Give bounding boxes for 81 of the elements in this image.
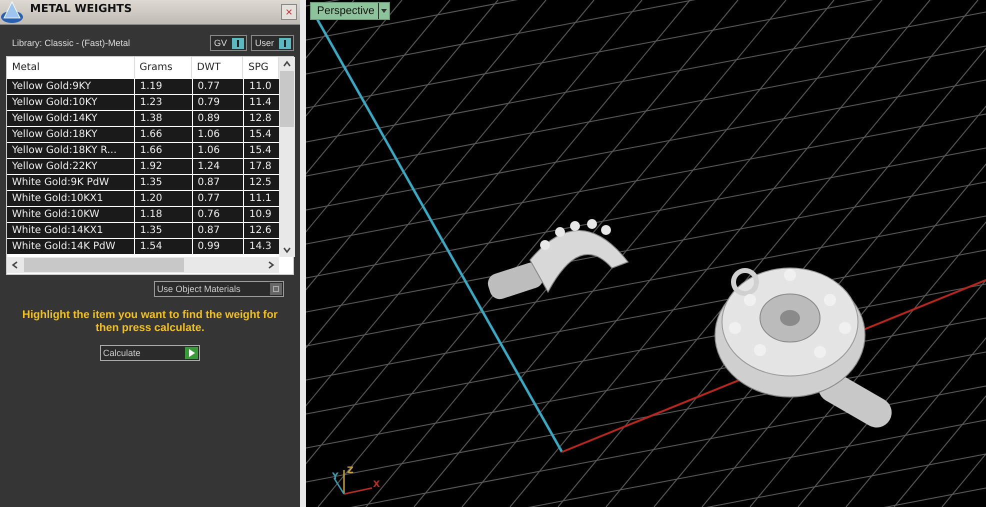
table-cell-text: 12.6 — [248, 224, 272, 238]
column-header[interactable]: Metal — [7, 57, 135, 78]
table-cell: Yellow Gold:18KY R... — [7, 143, 136, 158]
axis-label: X — [373, 480, 380, 490]
pyramid-logo-icon — [0, 0, 24, 24]
horizontal-scrollbar[interactable] — [7, 257, 279, 273]
scroll-up-icon[interactable] — [282, 59, 292, 69]
table-cell-text: 10.9 — [248, 208, 272, 222]
view-menu-button[interactable]: Perspective — [310, 2, 390, 20]
toggle-button[interactable]: User — [250, 35, 294, 51]
scroll-down-icon[interactable] — [282, 245, 292, 255]
table-row[interactable]: Yellow Gold:9KY 1.19 0.77 11.0 — [7, 79, 279, 95]
table-cell: Yellow Gold:14KY — [7, 111, 136, 126]
table-cell: White Gold:14KX1 — [7, 223, 136, 238]
scroll-right-icon[interactable] — [266, 260, 276, 270]
scrollbar-thumb[interactable] — [280, 71, 294, 127]
table-cell: 1.20 — [135, 191, 193, 206]
table-cell: 1.06 — [192, 143, 244, 158]
table-cell: White Gold:9K PdW — [7, 175, 136, 190]
table-row[interactable]: Yellow Gold:22KY 1.92 1.24 17.8 — [7, 159, 279, 175]
table-cell-text: 14.3 — [248, 240, 272, 254]
3d-viewport[interactable]: Perspective Z Y X — [306, 0, 986, 507]
table-cell-text: 15.4 — [248, 128, 272, 142]
table-cell: 0.77 — [192, 79, 244, 94]
table-cell-text: 11.4 — [248, 96, 272, 110]
instruction-text: Highlight the item you want to find the weight for then press calculate. — [21, 309, 279, 335]
scroll-left-icon[interactable] — [10, 260, 20, 270]
table-cell: 1.23 — [135, 95, 193, 110]
table-cell: 1.18 — [135, 207, 193, 222]
use-object-materials-toggle[interactable]: Use Object Materials — [154, 281, 284, 297]
table-cell: 1.38 — [135, 111, 193, 126]
table-cell: 0.76 — [192, 207, 244, 222]
column-header[interactable]: Grams — [134, 57, 192, 78]
library-label: Library: Classic - (Fast)-Metal — [12, 38, 130, 48]
table-row[interactable]: White Gold:9K PdW 1.35 0.87 12.5 — [7, 175, 279, 191]
table-cell: 0.79 — [192, 95, 244, 110]
table-cell: White Gold:10KX1 — [7, 191, 136, 206]
table-cell: 1.35 — [135, 223, 193, 238]
table-row[interactable]: White Gold:10KW 1.18 0.76 10.9 — [7, 207, 279, 223]
table-row[interactable]: White Gold:14KX1 1.35 0.87 12.6 — [7, 223, 279, 239]
table-cell: 1.19 — [135, 79, 193, 94]
table-row[interactable]: White Gold:10KX1 1.20 0.77 11.1 — [7, 191, 279, 207]
scrollbar-thumb[interactable] — [24, 258, 184, 272]
table-cell-text: 15.4 — [248, 144, 272, 158]
column-header[interactable]: DWT — [192, 57, 244, 78]
table-cell: White Gold:14K PdW — [7, 239, 136, 254]
table-cell-text: 11.0 — [248, 80, 272, 94]
table-cell-text: 12.8 — [248, 112, 272, 126]
table-cell-text: 11.1 — [248, 192, 272, 206]
table-cell: 1.35 — [135, 175, 193, 190]
table-cell: 0.89 — [192, 111, 244, 126]
table-cell: 1.24 — [192, 159, 244, 174]
table-cell: 0.87 — [192, 223, 244, 238]
dropdown-caret-icon[interactable] — [378, 3, 390, 19]
axis-label: Y — [332, 472, 339, 482]
table-row[interactable]: White Gold:14K PdW 1.54 0.99 14.3 — [7, 239, 279, 255]
table-cell: Yellow Gold:9KY — [7, 79, 136, 94]
table-cell: Yellow Gold:18KY — [7, 127, 136, 142]
toggle-button[interactable]: GV — [210, 35, 247, 51]
panel-title: METAL WEIGHTS — [30, 1, 133, 15]
table-cell: 0.87 — [192, 175, 244, 190]
axis-label: Z — [347, 466, 354, 476]
table-cell-text: 17.8 — [248, 160, 272, 174]
table-cell: 1.54 — [135, 239, 193, 254]
vertical-scrollbar[interactable] — [279, 57, 295, 257]
table-row[interactable]: Yellow Gold:18KY R... 1.66 1.06 15.4 — [7, 143, 279, 159]
table-cell: 1.92 — [135, 159, 193, 174]
table-cell: Yellow Gold:10KY — [7, 95, 136, 110]
table-cell: 1.06 — [192, 127, 244, 142]
calculate-button[interactable]: Calculate — [100, 345, 200, 361]
table-cell: 1.66 — [135, 127, 193, 142]
close-button[interactable]: × — [281, 4, 297, 20]
table-row[interactable]: Yellow Gold:10KY 1.23 0.79 11.4 — [7, 95, 279, 111]
table-cell-text: 12.5 — [248, 176, 272, 190]
table-cell: 1.66 — [135, 143, 193, 158]
table-cell: 0.77 — [192, 191, 244, 206]
table-cell: 0.99 — [192, 239, 244, 254]
table-row[interactable]: Yellow Gold:14KY 1.38 0.89 12.8 — [7, 111, 279, 127]
table-cell: Yellow Gold:22KY — [7, 159, 136, 174]
table-row[interactable]: Yellow Gold:18KY 1.66 1.06 15.4 — [7, 127, 279, 143]
table-cell: White Gold:10KW — [7, 207, 136, 222]
